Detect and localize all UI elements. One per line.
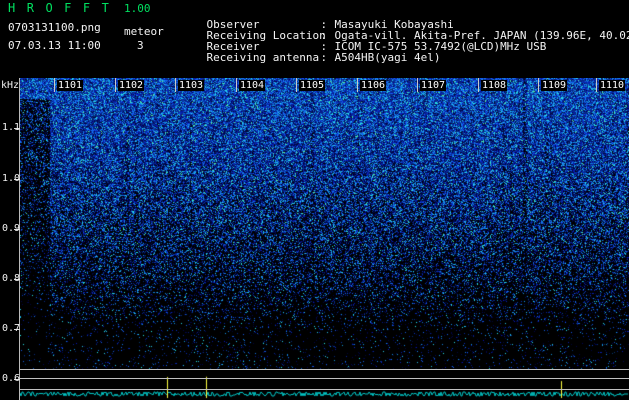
- header: HROFFT 1.00 0703131100.png 07.03.13 11:0…: [0, 0, 629, 80]
- x-label: 1102: [118, 80, 145, 91]
- x-tick: [236, 78, 237, 92]
- info-row-antenna: Receiving antenna: A504HB(yagi 4el): [180, 38, 441, 77]
- x-tick: [357, 78, 358, 92]
- signal-trace: [20, 370, 629, 400]
- trace-line-top: [20, 369, 629, 370]
- spectrogram-image: [20, 78, 629, 370]
- x-label: 1105: [299, 80, 326, 91]
- spectrogram-panel: kHz 1.1 1.0 0.9 0.8 0.7 0.6 1101 1102 11…: [0, 78, 629, 400]
- x-tick: [538, 78, 539, 92]
- app-version: 1.00: [124, 2, 151, 15]
- x-label: 1106: [360, 80, 387, 91]
- x-tick: [296, 78, 297, 92]
- y-label: 0.8: [2, 273, 21, 284]
- trace-line-mid: [20, 378, 629, 379]
- y-label: 0.6: [2, 373, 21, 384]
- x-label: 1103: [178, 80, 205, 91]
- info-value: A504HB(yagi 4el): [334, 51, 441, 64]
- x-tick: [115, 78, 116, 92]
- y-label: 1.1: [2, 122, 21, 133]
- x-tick: [596, 78, 597, 92]
- y-label: 0.7: [2, 323, 21, 334]
- app-title: HROFFT: [8, 1, 121, 15]
- x-tick: [478, 78, 479, 92]
- info-label: Receiving antenna: [206, 51, 320, 64]
- file-name: 0703131100.png: [8, 21, 101, 34]
- info-separator: :: [320, 51, 328, 64]
- x-label: 1110: [599, 80, 626, 91]
- x-tick: [417, 78, 418, 92]
- trace-line-bottom: [20, 389, 629, 390]
- y-label: 0.9: [2, 223, 21, 234]
- x-label: 1109: [541, 80, 568, 91]
- file-datetime: 07.03.13 11:00: [8, 39, 101, 52]
- y-label: 1.0: [2, 173, 21, 184]
- x-tick: [175, 78, 176, 92]
- x-label: 1101: [57, 80, 84, 91]
- x-tick: [54, 78, 55, 92]
- meteor-count: 3: [137, 39, 144, 52]
- x-label: 1107: [420, 80, 447, 91]
- x-label: 1108: [481, 80, 508, 91]
- x-label: 1104: [239, 80, 266, 91]
- y-axis-unit: kHz: [1, 80, 20, 91]
- meteor-label: meteor: [124, 25, 164, 38]
